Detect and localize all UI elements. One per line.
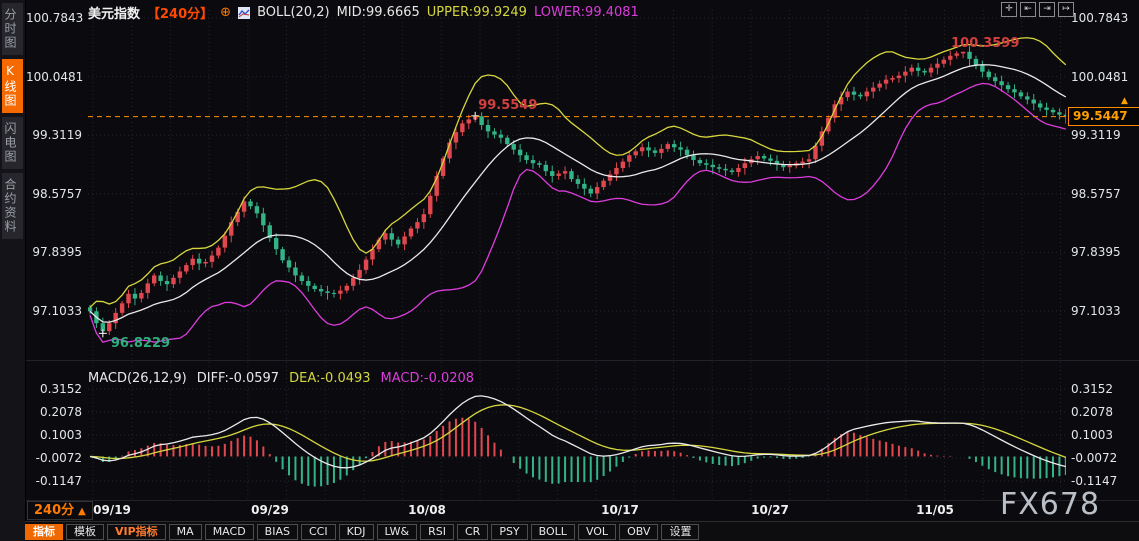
macd-label: MACD(26,12,9) (88, 371, 187, 386)
price-tick-label: 98.5757 (1071, 186, 1121, 201)
macd-tick-label: 0.3152 (40, 382, 82, 396)
marked-high2-annotation: 100.3599 (951, 35, 1020, 51)
macd-tick-label: 0.1003 (40, 428, 82, 442)
toolbar-item-BOLL[interactable]: BOLL (530, 523, 575, 540)
macd-tick-label: -0.0072 (35, 451, 82, 465)
toolbar-item-MACD[interactable]: MACD (204, 523, 254, 540)
instrument-title: 美元指数 (88, 7, 141, 22)
toolbar-item-MA[interactable]: MA (168, 523, 202, 540)
toolbar-item-VIP指标[interactable]: VIP指标 (107, 523, 166, 540)
price-tick-label: 100.7843 (26, 11, 84, 25)
date-tick-label: 10/08 (408, 503, 446, 517)
date-tick-label: 11/05 (916, 503, 954, 517)
watermark: FX678 (1000, 487, 1101, 522)
price-tick-label: 99.3119 (32, 128, 82, 143)
current-price-badge: 99.5447 (1068, 106, 1139, 126)
toolbar-item-RSI[interactable]: RSI (420, 523, 454, 540)
toolbar-item-PSY[interactable]: PSY (491, 523, 528, 540)
panel-divider (25, 360, 1139, 361)
toolbar-item-模板[interactable]: 模板 (66, 523, 104, 540)
macd-diff-value: DIFF:-0.0597 (196, 371, 280, 386)
pan-right-icon[interactable]: ↦ (1058, 2, 1074, 17)
sidebar: 分时图 K线图闪电图合约资料 (0, 0, 26, 541)
boll-mid-value: MID:99.6665 (336, 5, 420, 20)
marked-high-annotation: 99.5549 (478, 97, 538, 113)
indicator-toolbar: 指标 模板 VIP指标 MA MACD BIAS CCI KDJ LW& RSI CR PSY BOLL… (25, 521, 1139, 541)
indicator-chart-icon (238, 6, 251, 19)
macd-tick-label: -0.0072 (1071, 451, 1118, 465)
chart-canvas[interactable] (0, 0, 1139, 541)
date-tick-label: 10/17 (601, 503, 639, 517)
marked-low-annotation: 96.8229 (110, 336, 171, 352)
toolbar-item-指标[interactable]: 指标 (25, 523, 63, 540)
compress-left-icon[interactable]: ⇤ (1020, 2, 1036, 17)
toolbar-item-OBV[interactable]: OBV (619, 523, 659, 540)
date-tick-label: 09/29 (251, 503, 289, 517)
boll-upper-value: UPPER:99.9249 (426, 5, 527, 20)
sidebar-tab-4[interactable]: 合约资料 (2, 173, 23, 239)
toolbar-item-BIAS[interactable]: BIAS (256, 523, 298, 540)
macd-tick-label: 0.1003 (1071, 428, 1113, 442)
macd-tick-label: 0.2078 (40, 405, 82, 419)
dropdown-arrow-icon: ▲ (78, 506, 86, 517)
boll-lower-value: LOWER:99.4081 (533, 5, 639, 20)
price-tick-label: 97.8395 (1071, 245, 1121, 260)
interval-selector[interactable]: 240分 ▲ (27, 501, 93, 520)
toolbar-item-LW&[interactable]: LW& (376, 523, 418, 540)
macd-dea-value: DEA:-0.0493 (289, 371, 371, 386)
macd-macd-value: MACD:-0.0208 (380, 371, 475, 386)
toolbar-item-KDJ[interactable]: KDJ (338, 523, 374, 540)
boll-label: BOLL(20,2) (257, 5, 330, 20)
sidebar-tab-2[interactable]: K线图 (2, 59, 23, 113)
compress-right-icon[interactable]: ⇥ (1039, 2, 1055, 17)
macd-header: MACD(26,12,9) DIFF:-0.0597 DEA:-0.0493 M… (88, 371, 474, 386)
sidebar-tab-3[interactable]: 闪电图 (2, 117, 23, 169)
price-tick-label: 100.0481 (26, 69, 84, 84)
price-tick-label: 97.8395 (32, 245, 82, 260)
price-tick-label: 98.5757 (32, 186, 82, 201)
macd-tick-label: 0.2078 (1071, 405, 1113, 419)
price-tick-label: 97.1033 (1071, 304, 1121, 318)
price-tick-label: 100.7843 (1071, 11, 1129, 25)
main-chart-header: 美元指数 【240分】 ⊕ BOLL(20,2) MID:99.6665 UPP… (88, 3, 639, 22)
price-tick-label: 100.0481 (1071, 69, 1129, 84)
price-pin-icon: ▲ (1121, 95, 1128, 106)
crosshair-tool-icon[interactable]: ✛ (1001, 2, 1017, 17)
toolbar-item-CCI[interactable]: CCI (300, 523, 336, 540)
date-tick-label: 09/19 (93, 503, 131, 517)
add-indicator-icon[interactable]: ⊕ (220, 5, 231, 20)
date-tick-label: 10/27 (751, 503, 789, 517)
sidebar-tab-1[interactable]: 分时图 (2, 3, 23, 55)
interval-label[interactable]: 【240分】 (147, 3, 213, 22)
macd-tick-label: 0.3152 (1071, 382, 1113, 396)
axis-divider (25, 500, 1139, 501)
chart-scale-buttons: ✛ ⇤ ⇥ ↦ (1001, 2, 1074, 17)
toolbar-item-CR[interactable]: CR (456, 523, 489, 540)
trading-app-window: 分时图K线图闪电图合约资料 ✹ 美元指数 【240分】 ⊕ BOLL(20,2)… (0, 0, 1139, 541)
macd-tick-label: -0.1147 (35, 474, 82, 488)
toolbar-item-VOL[interactable]: VOL (577, 523, 617, 540)
toolbar-item-设置[interactable]: 设置 (661, 523, 700, 540)
price-tick-label: 99.3119 (1071, 128, 1121, 143)
price-tick-label: 97.1033 (32, 304, 82, 318)
